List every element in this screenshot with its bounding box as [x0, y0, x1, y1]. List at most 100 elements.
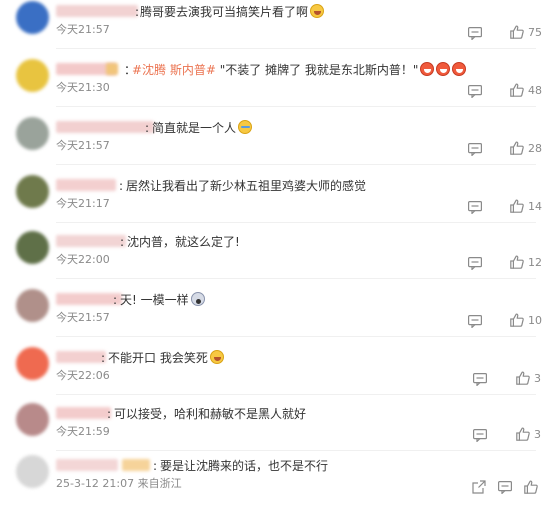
comment-text: 居然让我看出了新少林五祖里鸡婆大师的感觉 [126, 174, 366, 198]
avatar[interactable] [16, 403, 49, 436]
comment-text-segment: 不能开口 我会笑死 [108, 351, 208, 365]
username-blurred[interactable] [56, 459, 118, 471]
like-count: 14 [528, 199, 542, 213]
reply-icon[interactable] [468, 25, 483, 41]
comment-text-segment: 居然让我看出了新少林五祖里鸡婆大师的感觉 [126, 179, 367, 193]
divider [56, 394, 536, 395]
like-icon [516, 371, 530, 385]
divider [56, 336, 536, 337]
comment-time: 今天22:00 [56, 253, 110, 266]
comment-text-segment: 沈内普，就这么定了! [127, 235, 240, 249]
laugh-emoji-icon [209, 350, 224, 364]
like-button[interactable]: 75 [510, 25, 542, 39]
avatar[interactable] [16, 289, 49, 322]
divider [56, 106, 536, 107]
reply-icon[interactable] [468, 199, 483, 215]
avatar[interactable] [16, 175, 49, 208]
comment-text: 要是让沈腾来的话，也不是不行 [160, 454, 328, 478]
like-count: 48 [528, 83, 542, 97]
comment-text-segment: 简直就是一个人 [152, 121, 237, 135]
like-count: 12 [528, 255, 542, 269]
comment-text: 沈内普，就这么定了! [127, 230, 240, 254]
like-icon[interactable] [524, 479, 538, 494]
reply-icon[interactable] [468, 141, 483, 157]
username-blurred[interactable] [56, 235, 126, 247]
share-icon[interactable] [472, 479, 486, 494]
like-icon [510, 83, 524, 97]
like-icon [510, 199, 524, 213]
reply-to-username-blurred[interactable] [122, 459, 150, 471]
avatar[interactable] [16, 231, 49, 264]
colon: : [107, 407, 112, 421]
username-blurred[interactable] [56, 179, 116, 191]
divider [56, 164, 536, 165]
like-icon [510, 141, 524, 155]
comment-time: 今天21:57 [56, 311, 110, 324]
like-count: 28 [528, 141, 542, 155]
like-button[interactable]: 12 [510, 255, 542, 269]
comment-item: : 要是让沈腾来的话，也不是不行 25-3-12 21:07 来自浙江 [0, 454, 550, 510]
laugh-emoji-icon [310, 4, 325, 18]
reply-icon[interactable] [468, 313, 483, 329]
comment-text: 腾哥要去演我可当搞笑片看了啊 [140, 0, 325, 24]
username-blurred[interactable] [56, 5, 138, 17]
colon: : [153, 459, 158, 473]
cry-emoji-icon [436, 62, 451, 76]
like-count: 3 [534, 427, 541, 441]
comment-text-segment: 天! 一模一样 [120, 293, 189, 307]
like-count: 3 [534, 371, 541, 385]
comment-text: 天! 一模一样 [120, 288, 205, 312]
comment-text: 可以接受，哈利和赫敏不是黑人就好 [114, 402, 306, 426]
colon: : [119, 179, 124, 193]
username-blurred[interactable] [56, 351, 106, 363]
grin-emoji-icon [238, 120, 253, 134]
like-button[interactable]: 48 [510, 83, 542, 97]
topic-link[interactable]: #沈腾 斯内普# [132, 63, 216, 77]
like-icon [510, 255, 524, 269]
reply-icon[interactable] [498, 479, 513, 495]
comment-list: : 腾哥要去演我可当搞笑片看了啊 今天21:57 75： #沈腾 斯内普# "不装了 摊… [0, 0, 550, 500]
comment-time: 今天22:06 [56, 369, 110, 382]
like-icon [510, 313, 524, 327]
like-icon [516, 427, 530, 441]
like-button[interactable]: 3 [516, 427, 541, 441]
like-button[interactable]: 3 [516, 371, 541, 385]
colon: : [101, 351, 106, 365]
avatar[interactable] [16, 117, 49, 150]
user-badge-icon [106, 63, 118, 75]
comment-text: #沈腾 斯内普# "不装了 摊牌了 我就是东北斯内普！" [132, 58, 467, 82]
like-button[interactable]: 14 [510, 199, 542, 213]
username-blurred[interactable] [56, 121, 154, 133]
avatar[interactable] [16, 59, 49, 92]
comment-time: 今天21:17 [56, 197, 110, 210]
like-icon [510, 25, 524, 39]
avatar[interactable] [16, 347, 49, 380]
avatar[interactable] [16, 1, 49, 34]
colon: : [113, 293, 118, 307]
like-button[interactable]: 10 [510, 313, 542, 327]
comment-text-segment: "不装了 摊牌了 我就是东北斯内普！" [215, 63, 419, 77]
comment-text: 简直就是一个人 [152, 116, 253, 140]
divider [56, 450, 536, 451]
like-count: 10 [528, 313, 542, 327]
reply-icon[interactable] [473, 371, 488, 387]
comment-text: 不能开口 我会笑死 [108, 346, 224, 370]
comment-time: 今天21:30 [56, 81, 110, 94]
comment-time: 25-3-12 21:07 来自浙江 [56, 477, 182, 490]
reply-icon[interactable] [468, 83, 483, 99]
reply-icon[interactable] [468, 255, 483, 271]
divider [56, 222, 536, 223]
comment-text-segment: 要是让沈腾来的话，也不是不行 [160, 459, 329, 473]
divider [56, 278, 536, 279]
reply-icon[interactable] [473, 427, 488, 443]
colon: : [145, 121, 150, 135]
username-blurred[interactable] [56, 407, 111, 419]
comment-time: 今天21:57 [56, 139, 110, 152]
comment-time: 今天21:57 [56, 23, 110, 36]
colon: : [120, 235, 125, 249]
avatar[interactable] [16, 455, 49, 488]
shock-emoji-icon [190, 292, 205, 306]
like-button[interactable]: 28 [510, 141, 542, 155]
divider [56, 48, 536, 49]
cry-emoji-icon [452, 62, 467, 76]
